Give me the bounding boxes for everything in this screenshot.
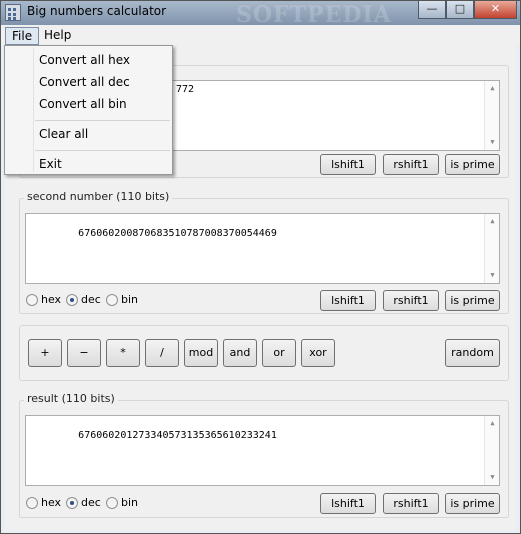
- second-number-value: 676060200870683510787008370054469: [78, 228, 277, 239]
- menu-convert-all-hex[interactable]: Convert all hex: [39, 53, 130, 67]
- result-radio-hex[interactable]: [26, 497, 38, 509]
- second-number-input[interactable]: 676060200870683510787008370054469 ▲ ▼: [25, 213, 500, 284]
- title-bar[interactable]: Big numbers calculator SOFTPEDIA — □ ✕: [1, 1, 520, 28]
- divide-button[interactable]: /: [145, 339, 179, 367]
- second-number-group: second number (110 bits) 676060200870683…: [19, 190, 509, 314]
- menu-clear-all[interactable]: Clear all: [39, 127, 88, 141]
- or-button[interactable]: or: [262, 339, 296, 367]
- mod-button[interactable]: mod: [184, 339, 218, 367]
- scroll-down-icon[interactable]: ▼: [485, 470, 500, 485]
- xor-button[interactable]: xor: [301, 339, 335, 367]
- minimize-icon[interactable]: —: [418, 1, 446, 19]
- menu-convert-all-dec[interactable]: Convert all dec: [39, 75, 130, 89]
- menu-exit[interactable]: Exit: [39, 157, 62, 171]
- second-radio-bin[interactable]: [106, 294, 118, 306]
- result-group: result (110 bits) 6760602012733405731353…: [19, 392, 509, 518]
- second-radio-hex[interactable]: [26, 294, 38, 306]
- and-button[interactable]: and: [223, 339, 257, 367]
- file-dropdown-menu: Convert all hex Convert all dec Convert …: [4, 45, 173, 175]
- menu-help[interactable]: Help: [38, 27, 77, 45]
- subtract-button[interactable]: −: [67, 339, 101, 367]
- add-button[interactable]: +: [28, 339, 62, 367]
- scroll-down-icon[interactable]: ▼: [485, 135, 500, 150]
- second-number-scrollbar[interactable]: ▲ ▼: [484, 214, 499, 283]
- first-lshift1-button[interactable]: lshift1: [320, 154, 376, 175]
- menu-file[interactable]: File: [5, 27, 40, 45]
- result-value: 676060201273340573135365610233241: [78, 430, 277, 441]
- second-radio-hex-label: hex: [41, 293, 62, 306]
- second-radio-dec-label: dec: [81, 293, 101, 306]
- menu-separator: [35, 120, 170, 121]
- first-rshift1-button[interactable]: rshift1: [383, 154, 439, 175]
- second-radio-bin-label: bin: [121, 293, 139, 306]
- second-lshift1-button[interactable]: lshift1: [320, 290, 376, 311]
- second-is-prime-button[interactable]: is prime: [445, 290, 500, 311]
- calculator-icon: [5, 4, 21, 21]
- first-number-value: 772: [176, 84, 195, 95]
- scroll-up-icon[interactable]: ▲: [485, 81, 500, 96]
- result-radio-dec-label: dec: [81, 496, 101, 509]
- result-radio-bin[interactable]: [106, 497, 118, 509]
- maximize-icon[interactable]: □: [446, 1, 474, 19]
- result-radio-hex-label: hex: [41, 496, 62, 509]
- first-is-prime-button[interactable]: is prime: [445, 154, 500, 175]
- menu-gutter-divider: [33, 48, 34, 172]
- first-number-scrollbar[interactable]: ▲ ▼: [484, 81, 499, 150]
- result-radio-bin-label: bin: [121, 496, 139, 509]
- scroll-down-icon[interactable]: ▼: [485, 268, 500, 283]
- window-title: Big numbers calculator: [27, 4, 167, 18]
- menu-separator: [35, 150, 170, 151]
- result-scrollbar[interactable]: ▲ ▼: [484, 416, 499, 485]
- second-rshift1-button[interactable]: rshift1: [383, 290, 439, 311]
- result-is-prime-button[interactable]: is prime: [445, 493, 500, 514]
- scroll-up-icon[interactable]: ▲: [485, 416, 500, 431]
- result-rshift1-button[interactable]: rshift1: [383, 493, 439, 514]
- multiply-button[interactable]: *: [106, 339, 140, 367]
- second-radio-dec[interactable]: [66, 294, 78, 306]
- close-icon[interactable]: ✕: [474, 1, 517, 19]
- second-number-label: second number (110 bits): [24, 190, 173, 203]
- operations-group: + − * / mod and or xor random: [19, 325, 509, 381]
- result-radio-dec[interactable]: [66, 497, 78, 509]
- scroll-up-icon[interactable]: ▲: [485, 214, 500, 229]
- result-lshift1-button[interactable]: lshift1: [320, 493, 376, 514]
- app-window: Big numbers calculator SOFTPEDIA — □ ✕ F…: [0, 0, 521, 534]
- result-label: result (110 bits): [24, 392, 118, 405]
- random-button[interactable]: random: [445, 339, 500, 367]
- result-output[interactable]: 676060201273340573135365610233241 ▲ ▼: [25, 415, 500, 486]
- menu-convert-all-bin[interactable]: Convert all bin: [39, 97, 127, 111]
- menu-bar: File Help: [1, 25, 520, 45]
